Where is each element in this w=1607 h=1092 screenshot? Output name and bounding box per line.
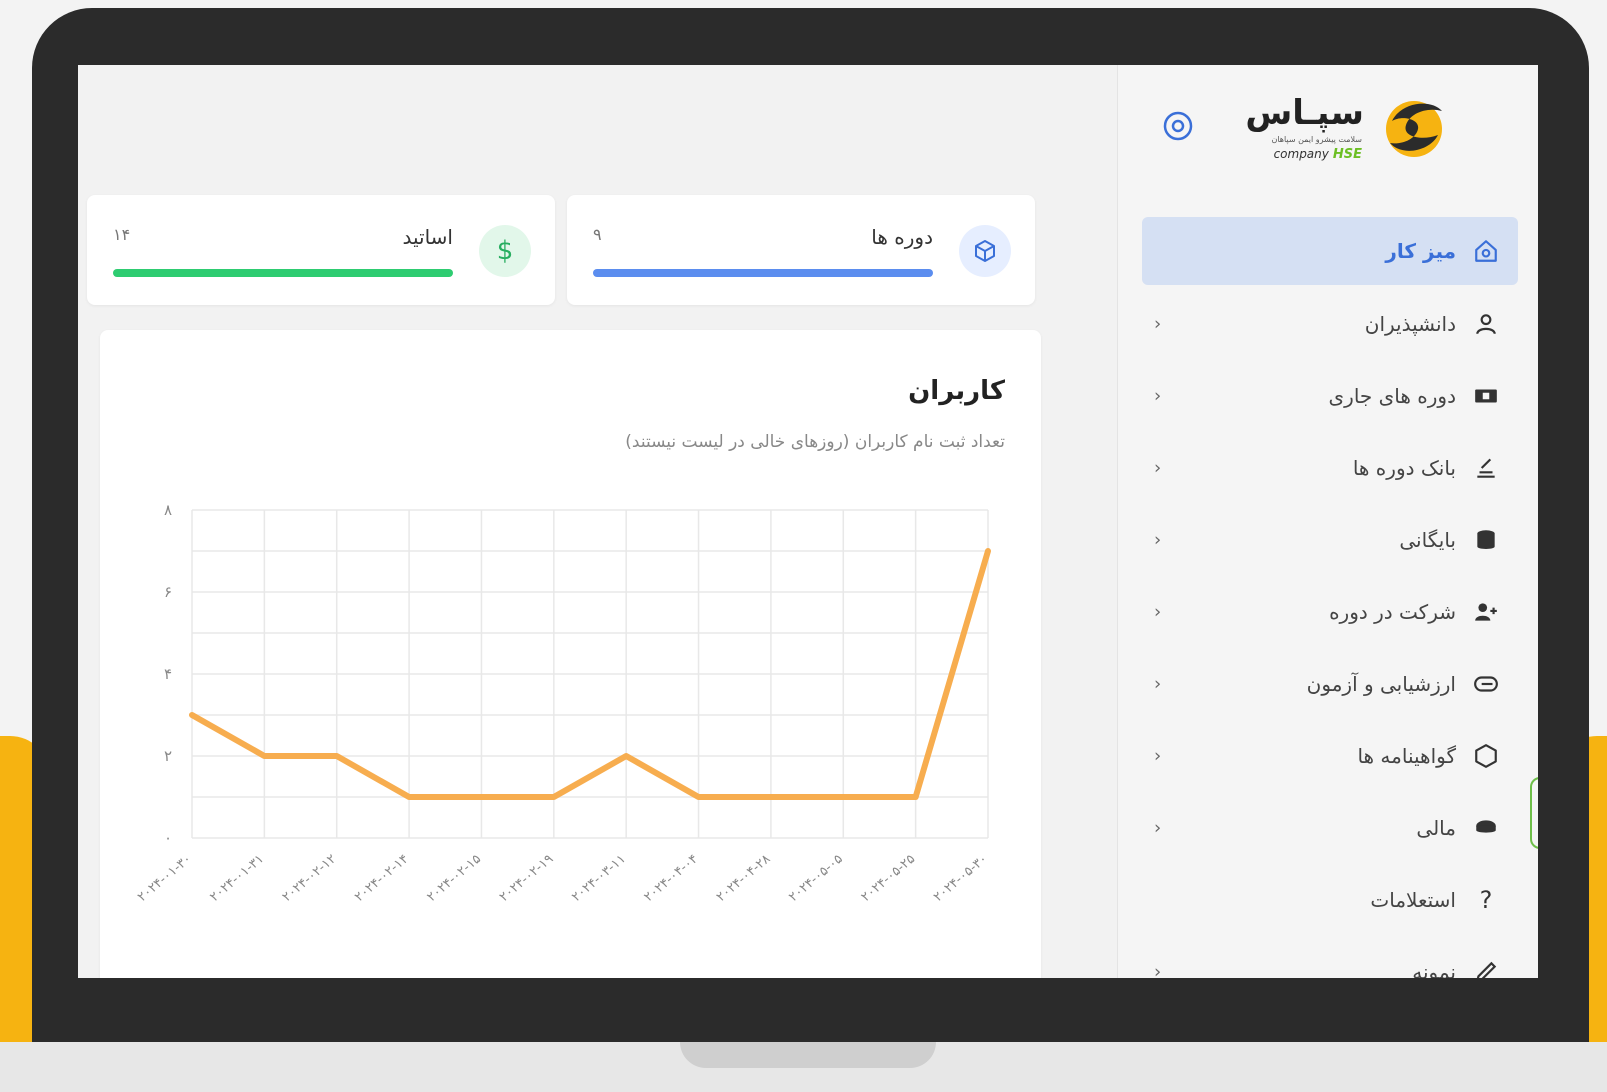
brand-hse: HSE <box>1332 147 1362 162</box>
sidebar-menu: میز کار دانشپذیران ‹ دوره های جاری ‹ بانک دور… <box>1142 217 1518 978</box>
sidebar-item-label: میز کار <box>1385 239 1456 263</box>
user-plus-icon <box>1472 598 1500 626</box>
stat-card-instructors: $ اساتید ۱۴ <box>87 195 555 305</box>
logo: سپـاس سلامت پیشرو ایمن سپاهان company HS… <box>1245 91 1452 171</box>
brand-name: سپـاس <box>1245 93 1364 133</box>
laptop-notch <box>680 1042 936 1068</box>
y-tick-label: ۲ <box>164 747 172 765</box>
side-toggle-handle[interactable] <box>1530 777 1538 849</box>
chevron-left-icon: ‹ <box>1154 601 1162 623</box>
stat-value: ۹ <box>593 225 602 244</box>
dollar-icon: $ <box>479 225 531 277</box>
stat-progress-bar <box>113 269 453 277</box>
coin-icon <box>1472 814 1500 842</box>
x-tick-label: ۲۰۲۴-۰۲-۱۲ <box>280 852 340 905</box>
x-tick-label: ۲۰۲۴-۰۴-۲۸ <box>714 852 774 905</box>
sidebar-item-label: بانک دوره ها <box>1352 456 1456 480</box>
chevron-left-icon: ‹ <box>1154 745 1162 767</box>
sidebar-item-7[interactable]: گواهینامه ها ‹ <box>1142 720 1518 792</box>
x-tick-label: ۲۰۲۴-۰۳-۱۱ <box>569 852 629 905</box>
x-tick-label: ۲۰۲۴-۰۲-۱۵ <box>424 852 484 905</box>
sidebar-item-label: نمونه <box>1412 960 1456 978</box>
sidebar-item-label: مالی <box>1416 816 1456 840</box>
x-tick-label: ۲۰۲۴-۰۵-۲۵ <box>859 852 919 905</box>
chevron-left-icon: ‹ <box>1154 385 1162 407</box>
target-icon[interactable] <box>1161 109 1195 143</box>
sidebar-item-label: دوره های جاری <box>1328 384 1456 408</box>
sidebar-item-label: ارزشیابی و آزمون <box>1306 672 1456 696</box>
x-tick-label: ۲۰۲۴-۰۲-۱۴ <box>352 852 412 905</box>
stack-icon <box>1472 454 1500 482</box>
brand-tagline: سلامت پیشرو ایمن سپاهان <box>1271 135 1362 144</box>
home-icon <box>1472 237 1500 265</box>
question-icon: ? <box>1479 886 1493 914</box>
stat-value: ۱۴ <box>113 225 131 244</box>
sidebar-item-8[interactable]: مالی ‹ <box>1142 792 1518 864</box>
pen-icon <box>1472 958 1500 978</box>
sidebar-item-10[interactable]: نمونه ‹ <box>1142 936 1518 978</box>
sidebar-item-5[interactable]: شرکت در دوره ‹ <box>1142 576 1518 648</box>
sidebar-item-0[interactable]: میز کار <box>1142 217 1518 285</box>
x-tick-label: ۲۰۲۴-۰۱-۳۱ <box>207 852 267 905</box>
logo-mark-icon <box>1386 101 1442 157</box>
chevron-left-icon: ‹ <box>1154 961 1162 979</box>
y-tick-label: ۸ <box>164 501 172 519</box>
chevron-left-icon: ‹ <box>1154 817 1162 839</box>
chart-subtitle: تعداد ثبت نام کاربران (روزهای خالی در لی… <box>625 432 1005 452</box>
sidebar: سپـاس سلامت پیشرو ایمن سپاهان company HS… <box>1117 65 1538 978</box>
stat-label: اساتید <box>402 225 453 249</box>
users-chart-card: کاربران تعداد ثبت نام کاربران (روزهای خا… <box>100 330 1041 978</box>
app-screen: سپـاس سلامت پیشرو ایمن سپاهان company HS… <box>78 65 1538 978</box>
paperclip-icon <box>1472 670 1500 698</box>
stat-card-courses: دوره ها ۹ <box>567 195 1035 305</box>
stat-label: دوره ها <box>871 225 933 249</box>
users-line-chart: ۰۲۴۶۸۲۰۲۴-۰۱-۳۰ ۲۰۲۴-۰۱-۳۱ ۲۰۲۴-۰۲-۱۲ ۲۰۲۴-… <box>135 501 991 905</box>
y-tick-label: ۶ <box>164 583 172 601</box>
y-tick-label: ۰ <box>164 829 172 847</box>
hexagon-icon <box>1472 742 1500 770</box>
sidebar-item-9[interactable]: ? استعلامات <box>1142 864 1518 936</box>
cube-icon <box>959 225 1011 277</box>
sidebar-item-4[interactable]: بایگانی ‹ <box>1142 504 1518 576</box>
sidebar-item-2[interactable]: دوره های جاری ‹ <box>1142 360 1518 432</box>
x-tick-label: ۲۰۲۴-۰۱-۳۰ <box>135 852 195 905</box>
x-tick-label: ۲۰۲۴-۰۲-۱۹ <box>497 852 557 905</box>
x-tick-label: ۲۰۲۴-۰۵-۰۵ <box>786 852 846 905</box>
sidebar-item-label: گواهینامه ها <box>1357 744 1456 768</box>
chevron-left-icon: ‹ <box>1154 313 1162 335</box>
database-icon <box>1472 526 1500 554</box>
sidebar-item-1[interactable]: دانشپذیران ‹ <box>1142 288 1518 360</box>
y-tick-label: ۴ <box>164 665 172 683</box>
chevron-left-icon: ‹ <box>1154 457 1162 479</box>
user-icon <box>1472 310 1500 338</box>
sidebar-item-label: دانشپذیران <box>1364 312 1456 336</box>
sidebar-item-3[interactable]: بانک دوره ها ‹ <box>1142 432 1518 504</box>
sidebar-item-label: بایگانی <box>1399 528 1456 552</box>
sidebar-item-label: استعلامات <box>1370 888 1456 912</box>
stat-progress-bar <box>593 269 933 277</box>
sidebar-item-label: شرکت در دوره <box>1329 600 1456 624</box>
chevron-left-icon: ‹ <box>1154 673 1162 695</box>
brand-company: company <box>1273 147 1329 161</box>
chart-title: کاربران <box>908 376 1005 406</box>
x-tick-label: ۲۰۲۴-۰۵-۳۰ <box>931 852 991 905</box>
sidebar-item-6[interactable]: ارزشیابی و آزمون ‹ <box>1142 648 1518 720</box>
chevron-left-icon: ‹ <box>1154 529 1162 551</box>
ticket-icon <box>1472 382 1500 410</box>
x-tick-label: ۲۰۲۴-۰۴-۰۴ <box>641 852 701 905</box>
